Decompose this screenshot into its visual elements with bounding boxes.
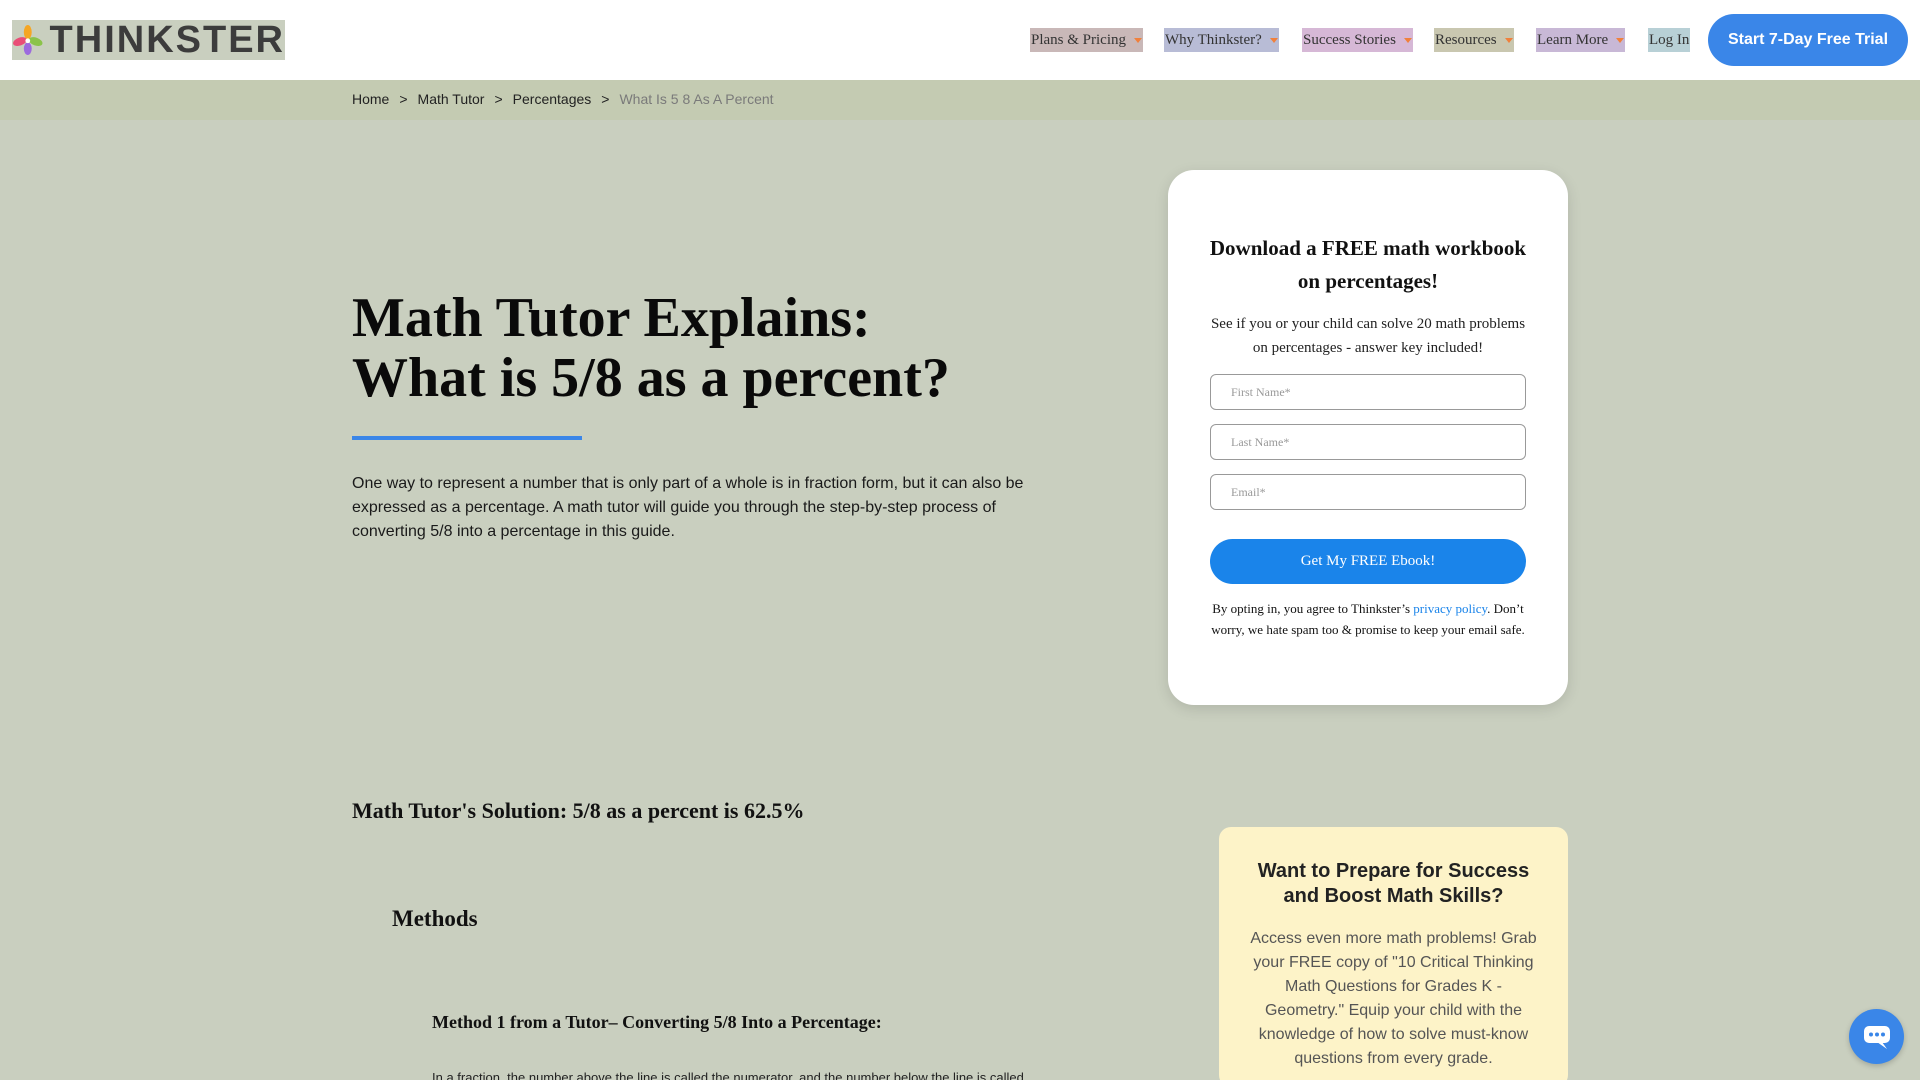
nav-label: Resources <box>1435 31 1497 48</box>
signup-card-subtitle: See if you or your child can solve 20 ma… <box>1210 316 1526 356</box>
logo-wordmark: THINKSTER <box>49 18 285 61</box>
method1-heading: Method 1 from a Tutor– Converting 5/8 In… <box>432 1012 882 1032</box>
chat-bubble-icon <box>1863 1025 1890 1049</box>
breadcrumb-separator: > <box>494 91 503 107</box>
site-header: THINKSTER Plans & Pricing Why Thinkster?… <box>0 0 1920 80</box>
breadcrumb-separator: > <box>399 91 408 107</box>
promo-text: Access even more math problems! Grab you… <box>1250 930 1537 1067</box>
chevron-down-icon <box>1269 37 1278 43</box>
chevron-down-icon <box>1616 37 1625 43</box>
promo-title: Want to Prepare for Success and Boost Ma… <box>1257 860 1530 907</box>
breadcrumb-bar: Home > Math Tutor > Percentages > What I… <box>0 80 1920 120</box>
title-underline <box>352 436 582 440</box>
privacy-note: By opting in, you agree to Thinkster’s p… <box>1208 598 1528 640</box>
email-field[interactable]: Email* <box>1210 474 1526 510</box>
page-title: Math Tutor Explains: What is 5/8 as a pe… <box>352 288 1112 408</box>
nav-plans-pricing[interactable]: Plans & Pricing <box>1030 28 1144 52</box>
chat-button[interactable] <box>1849 1009 1904 1064</box>
page-title-line2: What is 5/8 as a percent? <box>352 347 950 409</box>
page-title-line1: Math Tutor Explains: <box>352 287 871 349</box>
flower-logo-icon <box>13 25 43 55</box>
nav-label: Learn More <box>1537 31 1609 48</box>
methods-heading: Methods <box>392 906 478 931</box>
thinkster-logo[interactable]: THINKSTER <box>12 18 285 61</box>
privacy-note-text: By opting in, you agree to Thinkster’s <box>1212 601 1414 616</box>
method1-paragraph: In a fraction, the number above the line… <box>432 1070 1024 1080</box>
breadcrumb-home[interactable]: Home <box>352 91 389 107</box>
nav-label: Plans & Pricing <box>1031 31 1127 48</box>
nav-why-thinkster[interactable]: Why Thinkster? <box>1164 28 1279 52</box>
nav-label: Success Stories <box>1303 31 1396 48</box>
breadcrumb-current: What Is 5 8 As A Percent <box>619 91 774 107</box>
first-name-field[interactable]: First Name* <box>1210 374 1526 410</box>
chevron-down-icon <box>1504 37 1513 43</box>
get-ebook-button[interactable]: Get My FREE Ebook! <box>1210 539 1526 584</box>
nav-label: Why Thinkster? <box>1165 31 1262 48</box>
breadcrumb-percentages[interactable]: Percentages <box>513 91 592 107</box>
privacy-policy-link[interactable]: privacy policy <box>1413 601 1487 616</box>
promo-card: Want to Prepare for Success and Boost Ma… <box>1219 827 1568 1080</box>
solution-heading: Math Tutor's Solution: 5/8 as a percent … <box>352 798 805 823</box>
last-name-field[interactable]: Last Name* <box>1210 424 1526 460</box>
breadcrumb: Home > Math Tutor > Percentages > What I… <box>352 91 774 107</box>
chevron-down-icon <box>1134 37 1143 43</box>
intro-paragraph: One way to represent a number that is on… <box>352 475 1024 540</box>
breadcrumb-math-tutor[interactable]: Math Tutor <box>418 91 485 107</box>
breadcrumb-separator: > <box>601 91 610 107</box>
nav-learn-more[interactable]: Learn More <box>1536 28 1626 52</box>
start-free-trial-button[interactable]: Start 7-Day Free Trial <box>1708 14 1908 66</box>
chevron-down-icon <box>1403 37 1412 43</box>
nav-resources[interactable]: Resources <box>1434 28 1514 52</box>
nav-log-in[interactable]: Log In <box>1648 28 1691 52</box>
nav-label: Log In <box>1649 31 1690 48</box>
signup-card-title: Download a FREE math workbook on percent… <box>1209 236 1527 293</box>
nav-success-stories[interactable]: Success Stories <box>1302 28 1413 52</box>
ebook-signup-card: Download a FREE math workbook on percent… <box>1168 170 1568 705</box>
